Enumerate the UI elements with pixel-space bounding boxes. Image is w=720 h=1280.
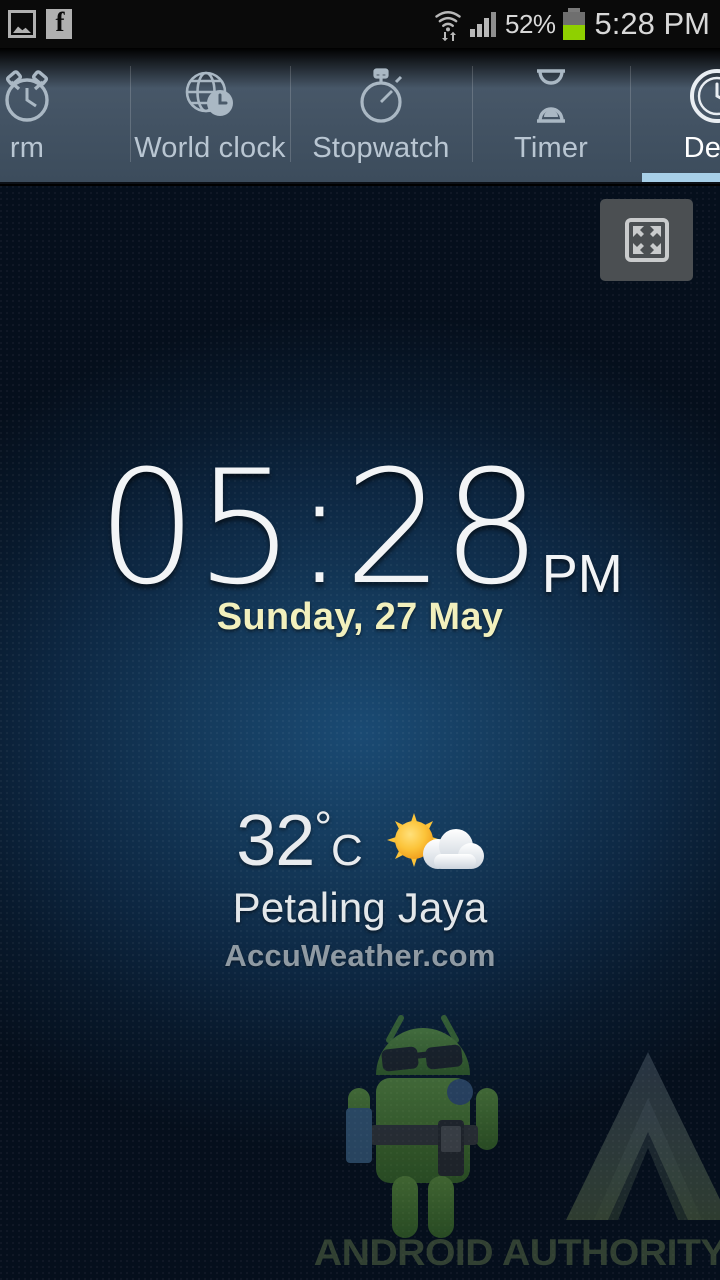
tab-world-clock[interactable]: World clock	[130, 48, 290, 182]
fullscreen-expand-icon	[624, 218, 669, 262]
desk-clock-icon	[685, 60, 720, 132]
desk-clock-screen: 52% 5:28 PM	[0, 0, 720, 1280]
tab-alarm-label: rm	[9, 132, 45, 164]
facebook-icon	[46, 9, 72, 39]
weather-city: Petaling Jaya	[232, 884, 488, 931]
status-bar-system-icons: 52% 5:28 PM	[433, 6, 710, 42]
tab-desk-clock-label: Desk	[683, 132, 720, 164]
triangle-a-logo-icon	[566, 1052, 720, 1220]
desk-clock-time-row: 05:28 PM	[0, 450, 720, 607]
weather-widget[interactable]: 32°C Petaling Jaya AccuWeather.com	[0, 800, 720, 974]
stopwatch-icon	[351, 60, 411, 132]
status-bar: 52% 5:28 PM	[0, 0, 720, 48]
alarm-clock-icon	[0, 60, 59, 132]
weather-provider: AccuWeather.com	[224, 938, 496, 973]
android-mascot-sunglasses-icon	[346, 1015, 498, 1238]
cellular-signal-icon	[470, 11, 498, 37]
android-authority-watermark: ANDROID AUTHORITY	[314, 980, 720, 1280]
fullscreen-button[interactable]	[600, 199, 693, 281]
tab-desk-clock-underline	[642, 173, 720, 182]
weather-temperature: 32°C	[236, 800, 363, 882]
tab-timer[interactable]: Timer	[472, 48, 630, 182]
tab-stopwatch[interactable]: Stopwatch	[290, 48, 472, 182]
desk-clock-date: Sunday, 27 May	[216, 596, 504, 638]
hourglass-icon	[525, 60, 577, 132]
weather-unit: C	[330, 826, 363, 875]
globe-clock-icon	[180, 60, 240, 132]
desk-clock-content: 05:28 PM Sunday, 27 May 32°C Petaling Ja…	[0, 186, 720, 1280]
clock-app-tab-bar: rm World clock Stopwatch Timer De	[0, 48, 720, 184]
status-bar-clock: 5:28 PM	[594, 6, 710, 41]
status-bar-notification-icons	[8, 9, 72, 39]
battery-percent-label: 52%	[505, 8, 556, 39]
watermark-text: ANDROID AUTHORITY	[313, 1232, 720, 1273]
weather-temp-value: 32	[236, 801, 315, 881]
tab-world-clock-label: World clock	[134, 132, 286, 164]
partly-cloudy-sun-icon	[376, 810, 484, 880]
wifi-data-transfer-icon	[433, 7, 463, 41]
weather-temperature-row: 32°C	[0, 800, 720, 882]
desk-clock-ampm: PM	[541, 544, 623, 604]
tab-stopwatch-label: Stopwatch	[312, 132, 450, 164]
battery-icon	[562, 8, 585, 40]
weather-degree-symbol: °	[314, 803, 332, 852]
tab-alarm[interactable]: rm	[0, 48, 130, 182]
desk-clock-time: 05:28	[97, 437, 541, 620]
tab-desk-clock[interactable]: Desk	[630, 48, 720, 182]
tab-timer-label: Timer	[513, 132, 589, 164]
screenshot-icon	[8, 10, 36, 38]
